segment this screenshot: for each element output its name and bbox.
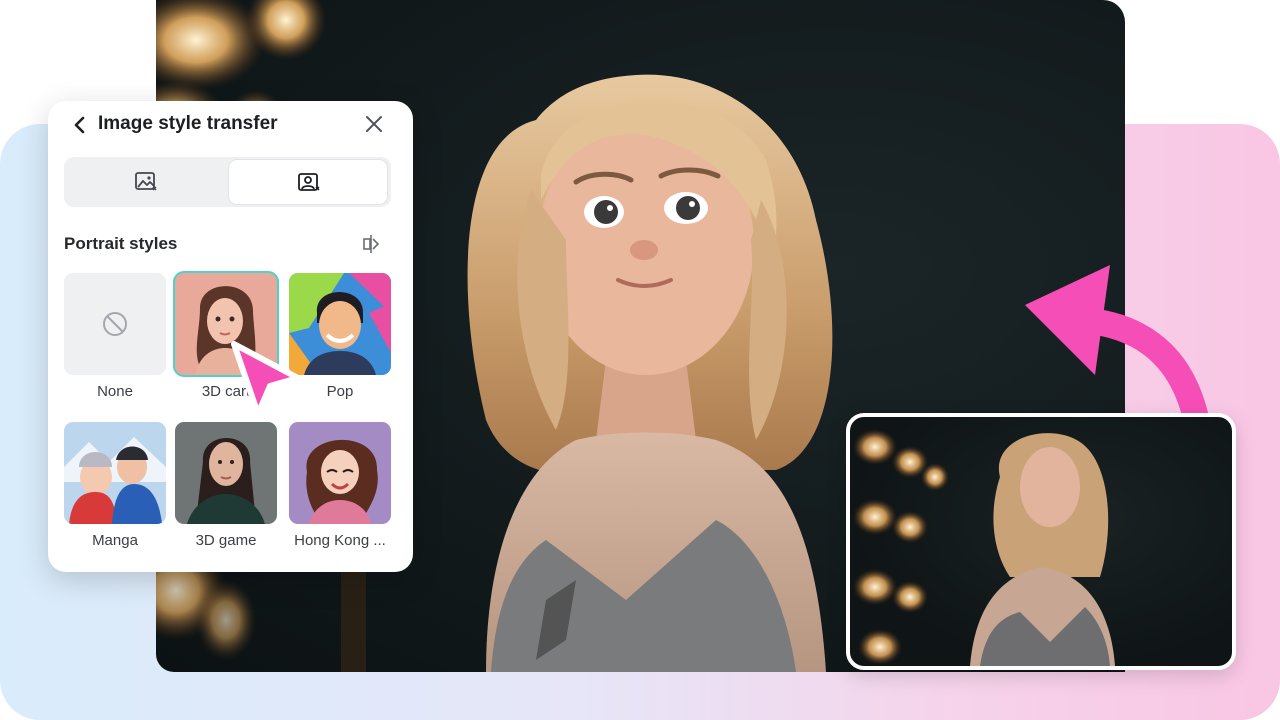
style-manga-thumbnail (64, 422, 166, 524)
mode-switcher (64, 157, 391, 207)
panel-title: Image style transfer (98, 113, 278, 134)
style-hong-kong-label: Hong Kong ... (294, 532, 386, 549)
tab-image[interactable] (66, 159, 226, 205)
style-none-tile[interactable] (64, 273, 166, 375)
style-hong-kong-thumbnail (289, 422, 391, 524)
style-manga-label: Manga (92, 532, 138, 549)
style-hong-kong-tile[interactable] (289, 422, 391, 524)
original-photo (846, 413, 1236, 670)
style-none-label: None (97, 383, 133, 400)
style-manga-tile[interactable] (64, 422, 166, 524)
close-icon[interactable] (363, 113, 385, 135)
style-3d-game-thumbnail (175, 422, 277, 524)
no-icon (103, 312, 127, 336)
back-chevron-icon[interactable] (70, 115, 90, 135)
panel-header: Image style transfer (48, 101, 413, 149)
image-icon (135, 172, 157, 191)
style-3d-game-label: 3D game (195, 532, 257, 549)
image-portrait-icon (298, 173, 320, 191)
section-title: Portrait styles (64, 234, 178, 253)
tab-portrait[interactable] (228, 159, 388, 205)
compare-icon[interactable] (360, 233, 382, 255)
cursor-pointer-icon (231, 341, 301, 417)
style-3d-game-tile[interactable] (175, 422, 277, 524)
